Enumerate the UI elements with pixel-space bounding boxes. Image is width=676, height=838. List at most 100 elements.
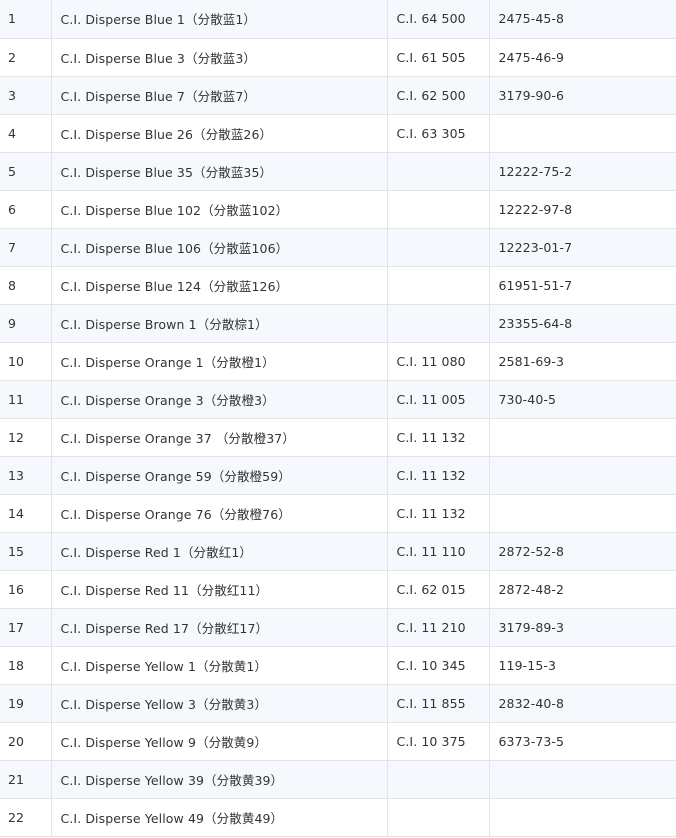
row-number-cell: 3 bbox=[0, 75, 52, 115]
table-row: 5 C.I. Disperse Blue 35（分散蓝35） 12222-75-2 bbox=[0, 151, 676, 191]
colour-index-cell: C.I. 11 080 bbox=[386, 341, 490, 381]
cas-number-cell bbox=[488, 797, 676, 837]
cas-number-cell: 2872-48-2 bbox=[488, 569, 676, 609]
dye-table-body: 1 C.I. Disperse Blue 1（分散蓝1） C.I. 64 500 24… bbox=[0, 0, 676, 837]
colour-index-cell: C.I. 11 132 bbox=[386, 455, 490, 495]
table-row: 10 C.I. Disperse Orange 1（分散橙1） C.I. 11 08… bbox=[0, 341, 676, 381]
row-number-cell: 9 bbox=[0, 303, 52, 343]
colour-index-cell: C.I. 11 132 bbox=[386, 493, 490, 533]
table-row: 3 C.I. Disperse Blue 7（分散蓝7） C.I. 62 500 31… bbox=[0, 75, 676, 115]
colour-index-cell: C.I. 10 345 bbox=[386, 645, 490, 685]
row-number-cell: 11 bbox=[0, 379, 52, 419]
table-row: 15 C.I. Disperse Red 1（分散红1） C.I. 11 110 28… bbox=[0, 531, 676, 571]
dye-name-cell: C.I. Disperse Orange 37 （分散橙37） bbox=[50, 417, 388, 457]
table-row: 21 C.I. Disperse Yellow 39（分散黄39） bbox=[0, 759, 676, 799]
cas-number-cell bbox=[488, 493, 676, 533]
row-number-cell: 7 bbox=[0, 227, 52, 267]
table-row: 9 C.I. Disperse Brown 1（分散棕1） 23355-64-8 bbox=[0, 303, 676, 343]
dye-name-cell: C.I. Disperse Orange 3（分散橙3） bbox=[50, 379, 388, 419]
dye-name-cell: C.I. Disperse Red 11（分散红11） bbox=[50, 569, 388, 609]
colour-index-cell: C.I. 10 375 bbox=[386, 721, 490, 761]
table-row: 8 C.I. Disperse Blue 124（分散蓝126） 61951-51-… bbox=[0, 265, 676, 305]
colour-index-cell bbox=[386, 759, 490, 799]
colour-index-cell bbox=[386, 265, 490, 305]
row-number-cell: 20 bbox=[0, 721, 52, 761]
cas-number-cell: 2475-45-8 bbox=[488, 0, 676, 39]
cas-number-cell: 3179-90-6 bbox=[488, 75, 676, 115]
colour-index-cell: C.I. 63 305 bbox=[386, 113, 490, 153]
dye-name-cell: C.I. Disperse Red 1（分散红1） bbox=[50, 531, 388, 571]
dye-name-cell: C.I. Disperse Red 17（分散红17） bbox=[50, 607, 388, 647]
colour-index-cell: C.I. 11 132 bbox=[386, 417, 490, 457]
colour-index-cell bbox=[386, 151, 490, 191]
table-row: 1 C.I. Disperse Blue 1（分散蓝1） C.I. 64 500 24… bbox=[0, 0, 676, 39]
row-number-cell: 18 bbox=[0, 645, 52, 685]
dye-name-cell: C.I. Disperse Yellow 39（分散黄39） bbox=[50, 759, 388, 799]
dye-name-cell: C.I. Disperse Blue 106（分散蓝106） bbox=[50, 227, 388, 267]
row-number-cell: 8 bbox=[0, 265, 52, 305]
row-number-cell: 15 bbox=[0, 531, 52, 571]
colour-index-cell: C.I. 64 500 bbox=[386, 0, 490, 39]
dye-name-cell: C.I. Disperse Yellow 9（分散黄9） bbox=[50, 721, 388, 761]
colour-index-cell: C.I. 11 110 bbox=[386, 531, 490, 571]
cas-number-cell bbox=[488, 417, 676, 457]
table-row: 19 C.I. Disperse Yellow 3（分散黄3） C.I. 11 85… bbox=[0, 683, 676, 723]
table-row: 6 C.I. Disperse Blue 102（分散蓝102） 12222-97-… bbox=[0, 189, 676, 229]
table-row: 14 C.I. Disperse Orange 76（分散橙76） C.I. 11 … bbox=[0, 493, 676, 533]
table-row: 12 C.I. Disperse Orange 37 （分散橙37） C.I. 11… bbox=[0, 417, 676, 457]
colour-index-cell bbox=[386, 303, 490, 343]
cas-number-cell bbox=[488, 759, 676, 799]
table-row: 4 C.I. Disperse Blue 26（分散蓝26） C.I. 63 305 bbox=[0, 113, 676, 153]
row-number-cell: 4 bbox=[0, 113, 52, 153]
cas-number-cell bbox=[488, 455, 676, 495]
row-number-cell: 6 bbox=[0, 189, 52, 229]
row-number-cell: 19 bbox=[0, 683, 52, 723]
cas-number-cell: 23355-64-8 bbox=[488, 303, 676, 343]
colour-index-cell: C.I. 61 505 bbox=[386, 37, 490, 77]
table-row: 22 C.I. Disperse Yellow 49（分散黄49） bbox=[0, 797, 676, 837]
row-number-cell: 1 bbox=[0, 0, 52, 39]
cas-number-cell bbox=[488, 113, 676, 153]
dye-name-cell: C.I. Disperse Orange 59（分散橙59） bbox=[50, 455, 388, 495]
colour-index-cell bbox=[386, 797, 490, 837]
row-number-cell: 17 bbox=[0, 607, 52, 647]
cas-number-cell: 2475-46-9 bbox=[488, 37, 676, 77]
table-row: 7 C.I. Disperse Blue 106（分散蓝106） 12223-01-… bbox=[0, 227, 676, 267]
cas-number-cell: 61951-51-7 bbox=[488, 265, 676, 305]
table-row: 20 C.I. Disperse Yellow 9（分散黄9） C.I. 10 37… bbox=[0, 721, 676, 761]
colour-index-cell bbox=[386, 189, 490, 229]
row-number-cell: 12 bbox=[0, 417, 52, 457]
dye-name-cell: C.I. Disperse Brown 1（分散棕1） bbox=[50, 303, 388, 343]
colour-index-cell: C.I. 62 500 bbox=[386, 75, 490, 115]
dye-name-cell: C.I. Disperse Blue 3（分散蓝3） bbox=[50, 37, 388, 77]
dye-name-cell: C.I. Disperse Blue 1（分散蓝1） bbox=[50, 0, 388, 39]
row-number-cell: 2 bbox=[0, 37, 52, 77]
table-row: 17 C.I. Disperse Red 17（分散红17） C.I. 11 210… bbox=[0, 607, 676, 647]
row-number-cell: 22 bbox=[0, 797, 52, 837]
colour-index-cell: C.I. 11 005 bbox=[386, 379, 490, 419]
table-row: 16 C.I. Disperse Red 11（分散红11） C.I. 62 015… bbox=[0, 569, 676, 609]
dye-name-cell: C.I. Disperse Orange 76（分散橙76） bbox=[50, 493, 388, 533]
colour-index-cell: C.I. 62 015 bbox=[386, 569, 490, 609]
colour-index-cell: C.I. 11 210 bbox=[386, 607, 490, 647]
colour-index-cell bbox=[386, 227, 490, 267]
dye-name-cell: C.I. Disperse Yellow 3（分散黄3） bbox=[50, 683, 388, 723]
cas-number-cell: 2581-69-3 bbox=[488, 341, 676, 381]
dye-name-cell: C.I. Disperse Blue 35（分散蓝35） bbox=[50, 151, 388, 191]
row-number-cell: 21 bbox=[0, 759, 52, 799]
row-number-cell: 10 bbox=[0, 341, 52, 381]
row-number-cell: 13 bbox=[0, 455, 52, 495]
table-row: 13 C.I. Disperse Orange 59（分散橙59） C.I. 11 … bbox=[0, 455, 676, 495]
row-number-cell: 5 bbox=[0, 151, 52, 191]
row-number-cell: 14 bbox=[0, 493, 52, 533]
table-row: 18 C.I. Disperse Yellow 1（分散黄1） C.I. 10 34… bbox=[0, 645, 676, 685]
cas-number-cell: 2832-40-8 bbox=[488, 683, 676, 723]
dye-name-cell: C.I. Disperse Blue 124（分散蓝126） bbox=[50, 265, 388, 305]
dye-name-cell: C.I. Disperse Orange 1（分散橙1） bbox=[50, 341, 388, 381]
table-row: 2 C.I. Disperse Blue 3（分散蓝3） C.I. 61 505 24… bbox=[0, 37, 676, 77]
row-number-cell: 16 bbox=[0, 569, 52, 609]
cas-number-cell: 12222-75-2 bbox=[488, 151, 676, 191]
cas-number-cell: 12223-01-7 bbox=[488, 227, 676, 267]
dye-name-cell: C.I. Disperse Blue 102（分散蓝102） bbox=[50, 189, 388, 229]
dye-table: 1 C.I. Disperse Blue 1（分散蓝1） C.I. 64 500 24… bbox=[0, 0, 676, 837]
